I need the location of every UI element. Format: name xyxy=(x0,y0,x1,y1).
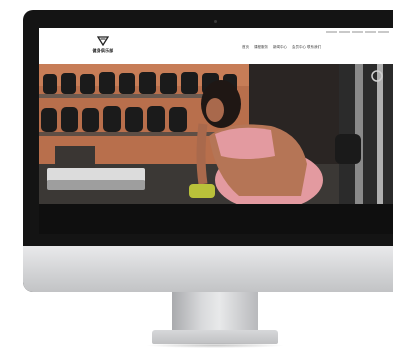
site-logo[interactable]: 健身俱乐部 xyxy=(91,36,115,58)
nav-item-members-contact[interactable]: 会员中心 联系我们 xyxy=(292,45,321,49)
monitor-screen: 健身俱乐部 首页 课程服务 新闻中心 会员中心 联系我们 xyxy=(39,28,393,234)
stand-shadow xyxy=(145,343,285,348)
main-nav: 首页 课程服务 新闻中心 会员中心 联系我们 xyxy=(242,45,321,49)
logo-mark-icon xyxy=(97,36,109,46)
camera-icon xyxy=(214,20,217,23)
nav-item-courses[interactable]: 课程服务 xyxy=(254,45,268,49)
hero-image xyxy=(39,64,393,204)
nav-item-news[interactable]: 新闻中心 xyxy=(273,45,287,49)
topbar-links xyxy=(326,31,389,33)
logo-text: 健身俱乐部 xyxy=(92,48,114,53)
topbar-link[interactable] xyxy=(352,31,363,33)
topbar-link[interactable] xyxy=(339,31,350,33)
topbar-link[interactable] xyxy=(365,31,376,33)
gym-photo xyxy=(39,64,393,204)
topbar-link[interactable] xyxy=(326,31,337,33)
imac-mockup: 健身俱乐部 首页 课程服务 新闻中心 会员中心 联系我们 xyxy=(0,0,393,350)
monitor-chin xyxy=(23,246,393,292)
website-header: 健身俱乐部 首页 课程服务 新闻中心 会员中心 联系我们 xyxy=(39,28,393,64)
topbar-link[interactable] xyxy=(378,31,389,33)
monitor-stand xyxy=(172,292,258,330)
screen-bottom-band xyxy=(39,204,393,234)
nav-item-home[interactable]: 首页 xyxy=(242,45,249,49)
monitor-stand-base xyxy=(152,330,278,344)
